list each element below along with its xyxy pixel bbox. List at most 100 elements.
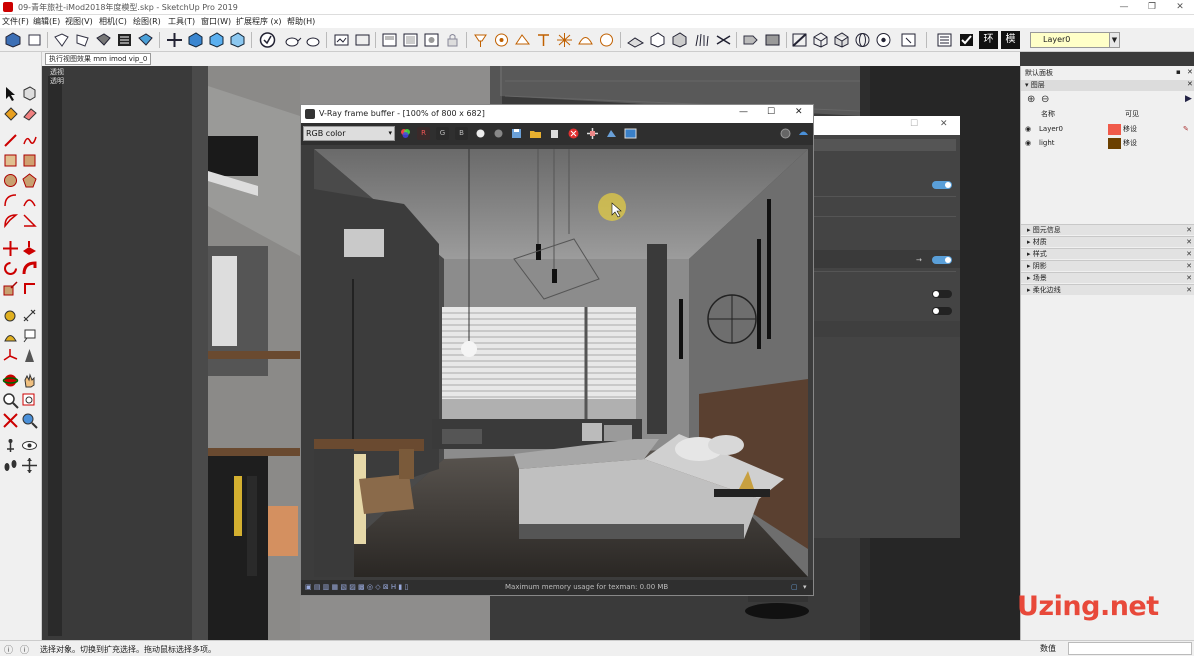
maximize-button[interactable]: ❐ <box>1138 1 1166 14</box>
sphere-wire-icon[interactable] <box>853 31 872 49</box>
vfb-tool-icons[interactable]: ▣ ▤ ▥ ▦ ▧ ▨ ▩ ◎ ◇ ⊠ H ▮ ▯ <box>305 583 408 591</box>
outliner-icon[interactable] <box>935 31 954 49</box>
zoom-extents-icon[interactable] <box>2 412 19 429</box>
lens-effects-icon[interactable] <box>779 127 792 140</box>
menu-view[interactable]: 视图(V) <box>65 16 93 27</box>
tray-materials[interactable]: ▸ 材质 ✕ <box>1021 236 1194 247</box>
alpha-white-icon[interactable] <box>474 127 487 140</box>
tag-icon-2[interactable] <box>763 31 782 49</box>
remove-layer-icon[interactable]: ⊖ <box>1041 94 1049 105</box>
pencil-line-icon[interactable] <box>2 132 19 149</box>
mono-icon[interactable] <box>492 127 505 140</box>
vfb-minimize-button[interactable]: — <box>739 107 748 117</box>
channel-select[interactable]: RGB color ▾ <box>303 126 395 141</box>
teapot-icon[interactable] <box>283 31 302 49</box>
ring-tool-button[interactable]: 环 <box>979 31 998 49</box>
menu-extensions[interactable]: 扩展程序 (x) <box>236 16 282 27</box>
menu-draw[interactable]: 绘图(R) <box>133 16 161 27</box>
menu-window[interactable]: 窗口(W) <box>201 16 231 27</box>
color-channels-icon[interactable] <box>399 127 412 140</box>
tray-scenes[interactable]: ▸ 场景 ✕ <box>1021 272 1194 283</box>
tray-soften-edges[interactable]: ▸ 柔化边线 ✕ <box>1021 284 1194 295</box>
blue-channel-button[interactable]: B <box>455 127 468 140</box>
window-icon-2[interactable] <box>401 31 420 49</box>
measurements-input[interactable] <box>1068 642 1192 655</box>
back-view-icon[interactable] <box>94 31 113 49</box>
vfb-expand-icon[interactable]: ▢ <box>791 583 798 591</box>
scale-icon[interactable] <box>2 280 19 297</box>
dimension-icon[interactable] <box>21 307 38 324</box>
menu-edit[interactable]: 编辑(E) <box>33 16 60 27</box>
tag-icon-1[interactable] <box>741 31 760 49</box>
cube-select-icon[interactable] <box>207 31 226 49</box>
cube-wire-icon-1[interactable] <box>811 31 830 49</box>
pie-icon[interactable] <box>2 212 19 229</box>
open-folder-icon[interactable] <box>529 127 542 140</box>
3d-text-icon[interactable] <box>21 347 38 364</box>
look-around-icon[interactable] <box>21 437 38 454</box>
tape-measure-icon[interactable] <box>2 307 19 324</box>
offset-icon[interactable] <box>21 280 38 297</box>
ies-light-icon[interactable] <box>534 31 553 49</box>
section-plane-icon[interactable] <box>790 31 809 49</box>
dome-light-icon[interactable] <box>576 31 595 49</box>
close-button[interactable]: ✕ <box>1166 1 1194 14</box>
rectangle-icon[interactable] <box>2 152 19 169</box>
soccer-ball-icon[interactable] <box>874 31 893 49</box>
top-view-icon[interactable] <box>25 31 44 49</box>
move-cross-icon[interactable] <box>165 31 184 49</box>
protractor-icon[interactable] <box>2 327 19 344</box>
eraser-icon[interactable] <box>21 105 38 122</box>
arc-icon[interactable] <box>2 192 19 209</box>
rendered-image[interactable] <box>314 149 808 577</box>
three-point-arc-icon[interactable] <box>21 212 38 229</box>
layer-row[interactable]: ◉ light 移设 <box>1021 137 1194 150</box>
window-icon-3[interactable] <box>422 31 441 49</box>
red-channel-button[interactable]: R <box>417 127 430 140</box>
walk-icon[interactable] <box>2 457 19 474</box>
zoom-window-icon[interactable] <box>21 392 38 409</box>
window-icon-1[interactable] <box>380 31 399 49</box>
sphere-light-icon[interactable] <box>492 31 511 49</box>
omni-light-icon[interactable] <box>555 31 574 49</box>
polygon-icon[interactable] <box>21 172 38 189</box>
frame-buffer-icon[interactable] <box>332 31 351 49</box>
minimize-button[interactable]: — <box>1110 1 1138 14</box>
shaded-icon[interactable] <box>136 31 155 49</box>
component-icon[interactable] <box>21 85 38 102</box>
follow-me-icon[interactable] <box>21 260 38 277</box>
settings-maximize-icon[interactable]: ☐ <box>910 119 918 129</box>
render-last-icon[interactable] <box>797 127 810 140</box>
render-region-icon[interactable] <box>353 31 372 49</box>
credits-icon[interactable]: ⓘ <box>20 643 29 656</box>
orbit-icon[interactable] <box>2 372 19 389</box>
toggle-switch-on-2[interactable] <box>932 256 952 264</box>
mesh-light-icon[interactable] <box>597 31 616 49</box>
eye-icon[interactable]: ◉ <box>1025 123 1031 136</box>
right-view-icon[interactable] <box>73 31 92 49</box>
two-point-arc-icon[interactable] <box>21 192 38 209</box>
position-camera-icon[interactable] <box>2 437 19 454</box>
push-pull-icon[interactable] <box>21 240 38 257</box>
lock-icon[interactable] <box>443 31 462 49</box>
region-render-icon[interactable] <box>586 127 599 140</box>
pin-icon[interactable]: ▪ <box>1176 68 1181 76</box>
eye-icon[interactable]: ◉ <box>1025 137 1031 150</box>
section-move-icon[interactable] <box>21 457 38 474</box>
frame-buffer-history-icon[interactable] <box>624 127 637 140</box>
menu-camera[interactable]: 相机(C) <box>99 16 127 27</box>
mesh-clipper-icon[interactable] <box>714 31 733 49</box>
geo-location-icon[interactable]: ⓘ <box>4 643 13 656</box>
model-tool-button[interactable]: 模 <box>1001 31 1020 49</box>
vfb-collapse-icon[interactable]: ▾ <box>803 583 807 591</box>
check-circle-icon[interactable] <box>258 31 277 49</box>
rotated-rectangle-icon[interactable] <box>21 152 38 169</box>
add-layer-icon[interactable]: ⊕ <box>1027 94 1035 105</box>
select-arrow-icon[interactable] <box>2 85 19 102</box>
circle-icon[interactable] <box>2 172 19 189</box>
paint-bucket-icon[interactable] <box>2 105 19 122</box>
text-icon[interactable] <box>21 327 38 344</box>
vfb-maximize-button[interactable]: ☐ <box>767 107 775 117</box>
previous-view-icon[interactable] <box>21 412 38 429</box>
save-image-icon[interactable] <box>510 127 523 140</box>
